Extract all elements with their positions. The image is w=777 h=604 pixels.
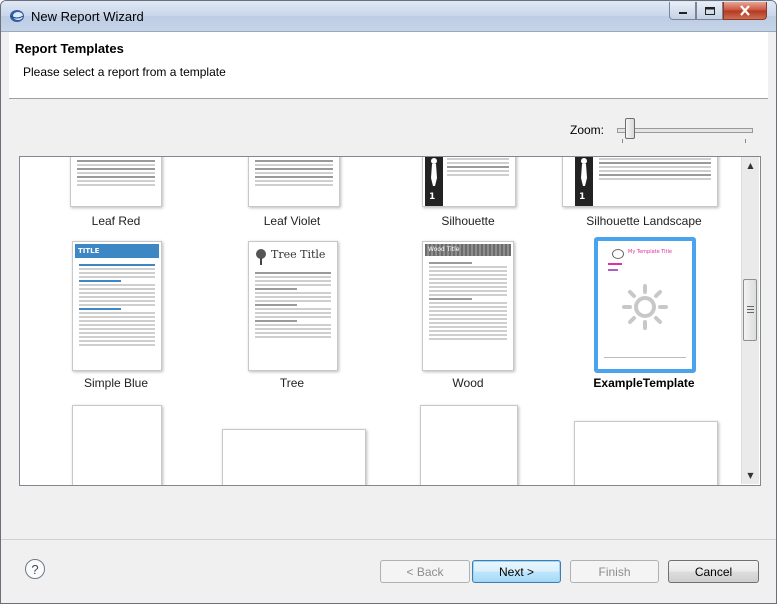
cancel-button[interactable]: Cancel (668, 560, 759, 583)
template-label[interactable]: Silhouette Landscape (564, 214, 724, 228)
template-thumbnail-blank[interactable] (222, 429, 366, 485)
template-thumbnail-simple-blue[interactable]: TITLE (72, 241, 162, 371)
template-label[interactable]: Wood (388, 376, 548, 390)
logo-icon (612, 249, 624, 259)
template-label[interactable]: Silhouette (388, 214, 548, 228)
close-icon (740, 5, 750, 16)
restore-icon (704, 6, 715, 15)
preview-title: Tree Title (271, 248, 326, 261)
window-title: New Report Wizard (31, 9, 144, 24)
minimize-button[interactable] (669, 2, 696, 20)
silhouette-figure-icon: 1 (575, 157, 593, 206)
maximize-button[interactable] (696, 2, 723, 20)
template-gallery[interactable]: Leaf Red Leaf Violet 1 Silhouette 1 Silh… (19, 156, 761, 486)
template-thumbnail-blank[interactable] (420, 405, 518, 485)
minimize-icon (678, 11, 687, 14)
template-thumbnail-silhouette-landscape[interactable]: 1 (562, 157, 718, 207)
tree-icon (256, 249, 266, 265)
template-thumbnail-leaf-red[interactable] (70, 157, 162, 207)
template-thumbnail-tree[interactable]: Tree Title (248, 241, 338, 371)
template-thumbnail-wood[interactable]: Wood Title (422, 241, 514, 371)
preview-title: Wood Title (425, 244, 511, 256)
template-label[interactable]: Simple Blue (36, 376, 196, 390)
template-thumbnail-blank[interactable] (574, 421, 718, 485)
gallery-scrollbar[interactable]: ▲ ▼ (741, 157, 759, 484)
page-description: Please select a report from a template (23, 65, 226, 79)
close-button[interactable] (723, 2, 767, 20)
zoom-tick (745, 139, 746, 143)
preview-title: TITLE (75, 244, 159, 258)
finish-button[interactable]: Finish (570, 560, 659, 583)
template-label-selected[interactable]: ExampleTemplate (564, 376, 724, 390)
preview-accent (608, 269, 618, 271)
wizard-header: Report Templates Please select a report … (9, 32, 768, 99)
zoom-label: Zoom: (570, 123, 605, 137)
back-button[interactable]: < Back (380, 560, 470, 583)
preview-title: My Template Title (628, 249, 672, 255)
template-thumbnail-leaf-violet[interactable] (248, 157, 340, 207)
template-thumbnail-exampletemplate[interactable]: My Template Title (594, 237, 696, 373)
footer-separator (1, 539, 776, 540)
silhouette-figure-icon: 1 (425, 157, 443, 206)
zoom-tick (622, 139, 623, 143)
sun-icon (622, 284, 668, 330)
zoom-slider-thumb[interactable] (625, 118, 635, 139)
zoom-slider-track[interactable] (617, 128, 753, 133)
scroll-up-arrow-icon[interactable]: ▲ (742, 157, 759, 174)
help-icon: ? (31, 561, 39, 577)
page-title: Report Templates (15, 41, 124, 56)
help-button[interactable]: ? (25, 559, 45, 579)
title-bar[interactable]: New Report Wizard (1, 1, 776, 32)
preview-footer-rule (604, 357, 686, 358)
scroll-down-arrow-icon[interactable]: ▼ (742, 467, 759, 484)
template-label[interactable]: Leaf Violet (212, 214, 372, 228)
preview-accent (608, 263, 622, 265)
template-thumbnail-blank[interactable] (72, 405, 162, 485)
scrollbar-thumb[interactable] (743, 279, 757, 341)
template-label[interactable]: Leaf Red (36, 214, 196, 228)
eclipse-app-icon (10, 10, 24, 22)
next-button[interactable]: Next > (472, 560, 561, 583)
template-label[interactable]: Tree (212, 376, 372, 390)
template-thumbnail-silhouette[interactable]: 1 (422, 157, 516, 207)
wizard-window: New Report Wizard Report Templates Pleas… (0, 0, 777, 604)
